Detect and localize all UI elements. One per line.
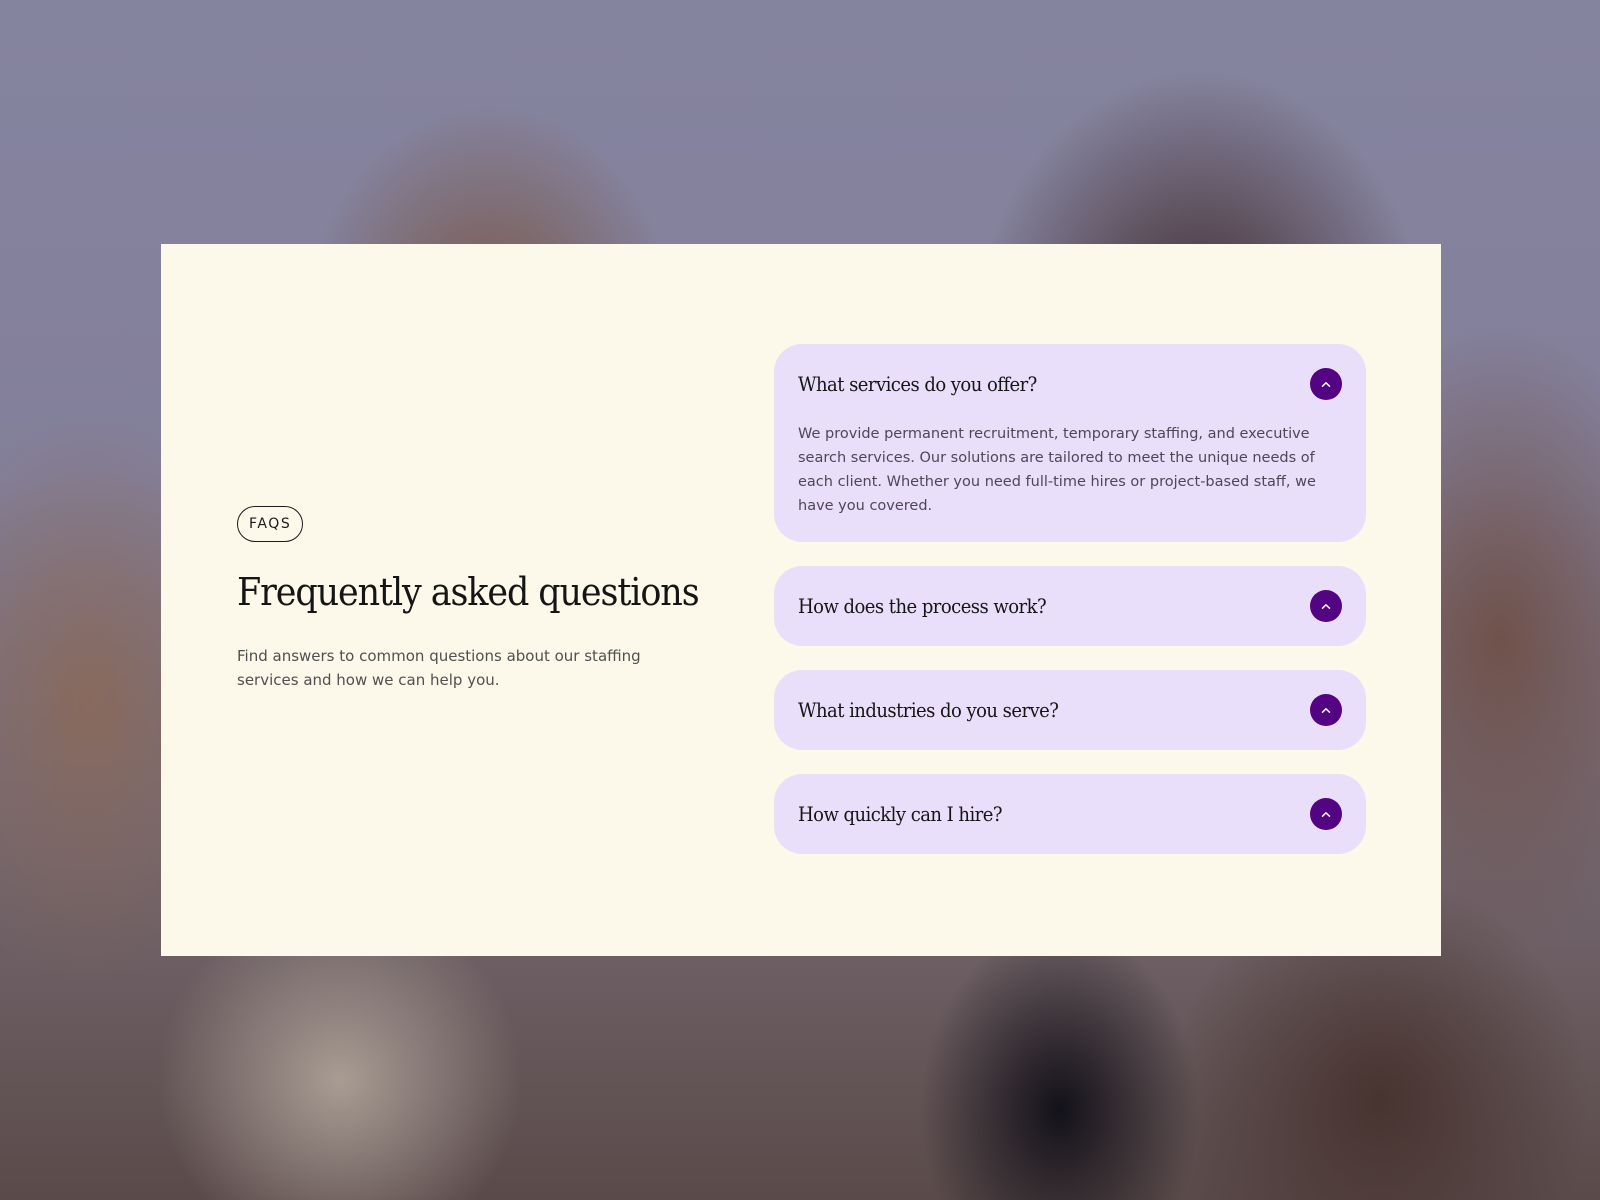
faq-question: What industries do you serve? [798,698,1059,722]
chevron-up-icon [1321,707,1331,713]
faq-list: What services do you offer? We provide p… [774,344,1366,878]
faq-item-hiring-speed: How quickly can I hire? [774,774,1366,854]
section-description: Find answers to common questions about o… [237,647,641,689]
chevron-up-icon [1321,603,1331,609]
faq-toggle-button[interactable] [1310,590,1342,622]
page-title: Frequently asked questions [237,570,700,614]
faq-item-process: How does the process work? [774,566,1366,646]
faqs-badge: FAQS [237,506,304,542]
faq-question-row[interactable]: What industries do you serve? [798,670,1342,750]
faq-question-row[interactable]: How does the process work? [798,566,1342,646]
faq-question-row[interactable]: What services do you offer? [798,344,1342,424]
faq-item-services: What services do you offer? We provide p… [774,344,1366,542]
faq-item-industries: What industries do you serve? [774,670,1366,750]
faq-question-row[interactable]: How quickly can I hire? [798,774,1342,854]
faq-question: How quickly can I hire? [798,802,1003,826]
faq-answer: We provide permanent recruitment, tempor… [798,426,1316,514]
faq-question: How does the process work? [798,594,1047,618]
chevron-up-icon [1321,381,1331,387]
faq-toggle-button[interactable] [1310,694,1342,726]
faq-intro: FAQS Frequently asked questions Find ans… [237,506,700,692]
chevron-up-icon [1321,811,1331,817]
faq-section: FAQS Frequently asked questions Find ans… [161,244,1441,956]
faq-toggle-button[interactable] [1310,368,1342,400]
faq-toggle-button[interactable] [1310,798,1342,830]
faq-question: What services do you offer? [798,372,1037,396]
